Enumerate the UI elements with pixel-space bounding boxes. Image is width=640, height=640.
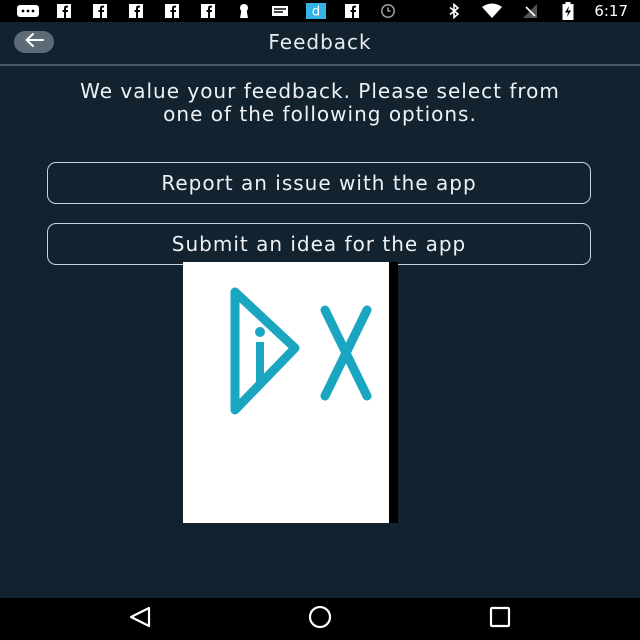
facebook-icon bbox=[52, 3, 76, 18]
facebook-icon bbox=[160, 3, 184, 18]
triangle-back-icon bbox=[127, 605, 153, 633]
intro-line-1: We value your feedback. Please select fr… bbox=[80, 79, 560, 103]
submit-idea-button[interactable]: Submit an idea for the app bbox=[47, 223, 591, 265]
svg-text:d: d bbox=[312, 4, 320, 19]
wifi-icon bbox=[480, 3, 504, 19]
square-recents-icon bbox=[487, 605, 513, 633]
report-issue-button[interactable]: Report an issue with the app bbox=[47, 162, 591, 204]
app-bar: Feedback bbox=[0, 22, 640, 64]
circle-home-icon bbox=[306, 605, 334, 633]
nav-home-button[interactable] bbox=[300, 605, 340, 633]
system-icons: 6:17 bbox=[442, 2, 628, 20]
facebook-icon bbox=[124, 3, 148, 18]
bluetooth-icon bbox=[442, 3, 466, 19]
status-bar: d 6:17 bbox=[0, 0, 640, 22]
facebook-icon bbox=[88, 3, 112, 18]
page-title: Feedback bbox=[268, 30, 372, 54]
battery-charging-icon bbox=[556, 2, 580, 20]
dictionary-icon: d bbox=[304, 2, 328, 19]
dx-logo-image bbox=[183, 262, 398, 523]
clock: 6:17 bbox=[594, 2, 628, 20]
nav-recents-button[interactable] bbox=[480, 606, 520, 632]
intro-line-2: one of the following options. bbox=[163, 102, 477, 126]
facebook-icon bbox=[196, 3, 220, 18]
notification-icons: d bbox=[16, 2, 400, 19]
divider bbox=[0, 64, 640, 66]
navigation-bar bbox=[0, 598, 640, 640]
facebook-icon bbox=[340, 3, 364, 18]
no-signal-icon bbox=[518, 4, 542, 19]
alarm-icon bbox=[376, 3, 400, 18]
messages-icon bbox=[16, 3, 40, 18]
logo-overlay-edge bbox=[389, 262, 398, 523]
mail-icon bbox=[268, 3, 292, 18]
keyhole-icon bbox=[232, 3, 256, 18]
intro-text: We value your feedback. Please select fr… bbox=[10, 80, 630, 126]
nav-back-button[interactable] bbox=[120, 606, 160, 632]
